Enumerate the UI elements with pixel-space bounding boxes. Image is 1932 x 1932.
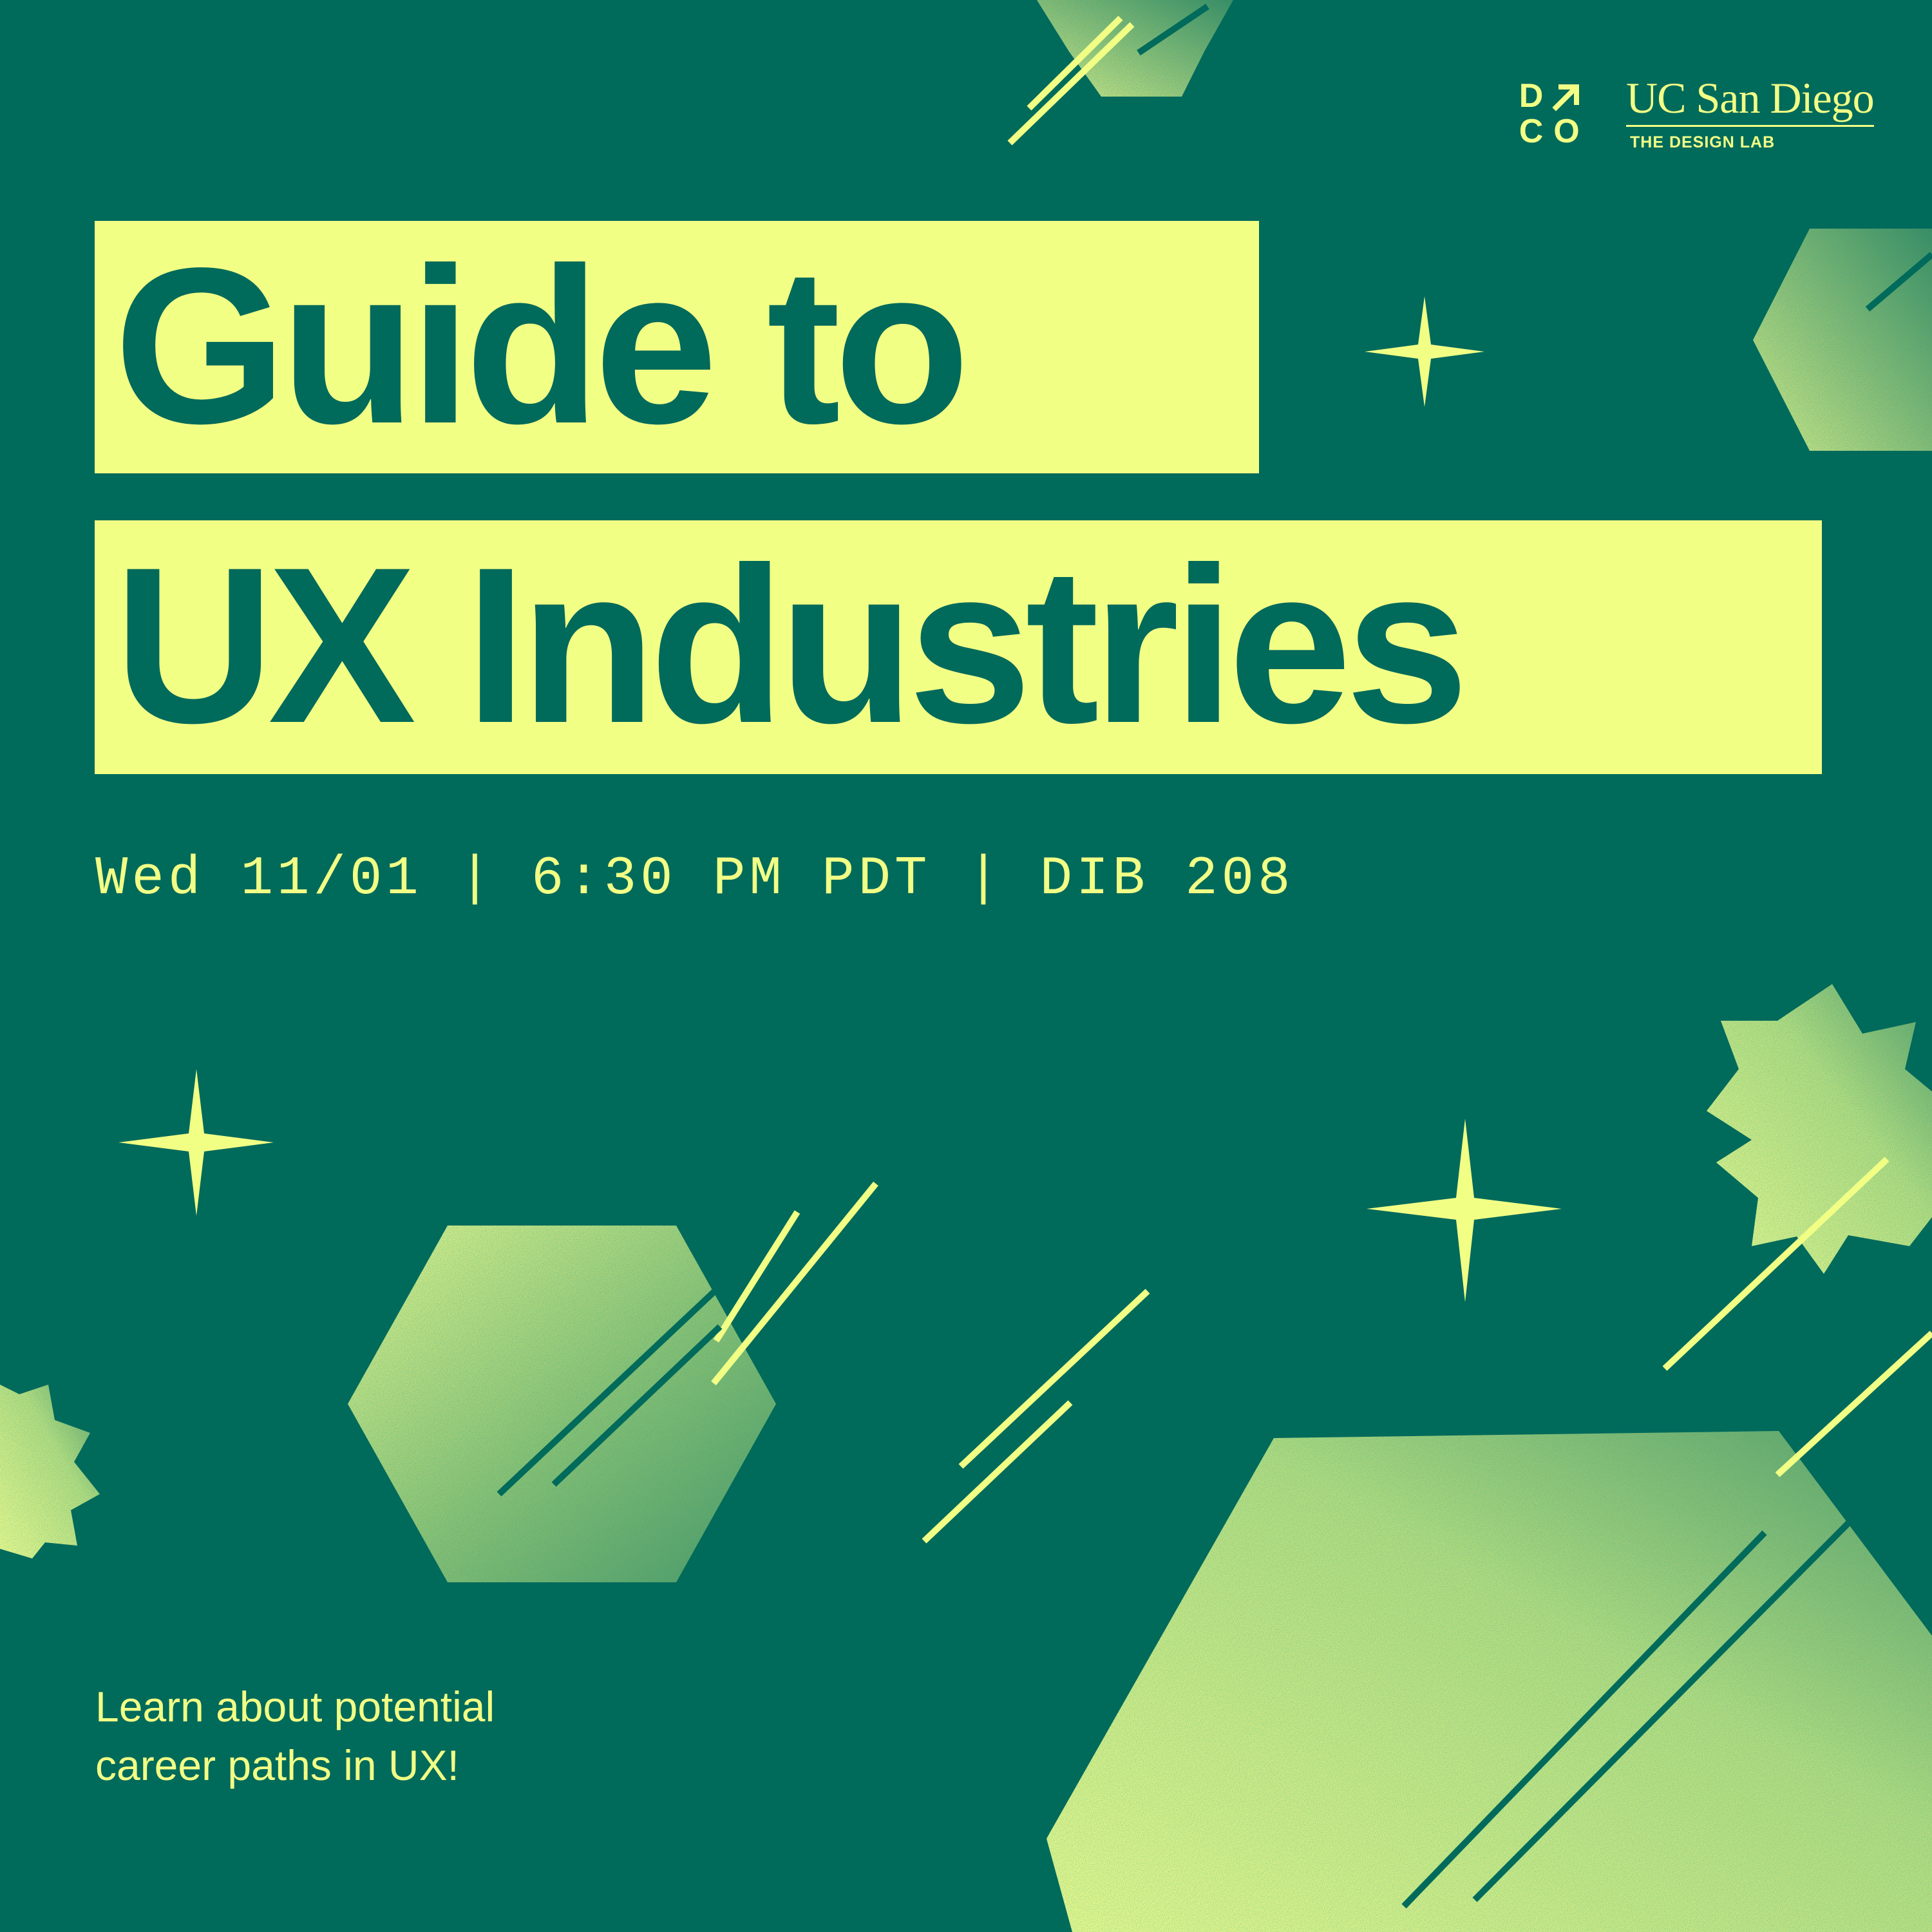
ucsd-subtitle: THE DESIGN LAB	[1630, 133, 1776, 151]
tagline-line-2: career paths in UX!	[95, 1741, 459, 1790]
title-line-1: Guide to	[95, 221, 1259, 473]
tagline: Learn about potential career paths in UX…	[95, 1678, 804, 1795]
starburst-shape-left	[0, 1385, 100, 1558]
ucsd-name: UC San Diego	[1626, 76, 1875, 127]
sparkle-icon	[118, 1069, 274, 1216]
arrow-up-right-icon	[1552, 84, 1579, 111]
hexagon-shape-right	[1753, 229, 1932, 451]
sparkle-icon	[1365, 296, 1484, 407]
dco-letter-c: C	[1519, 113, 1544, 150]
dco-letter-d: D	[1519, 77, 1544, 115]
starburst-shape-right	[1707, 984, 1932, 1274]
event-poster: Guide to UX Industries Wed 11/01 | 6:30 …	[0, 0, 1932, 1932]
title-line-2: UX Industries	[95, 520, 1822, 774]
hexagon-shape-large	[1046, 1431, 1932, 1932]
dco-letter-o: O	[1553, 113, 1580, 150]
event-details: Wed 11/01 | 6:30 PM PDT | DIB 208	[95, 849, 1294, 910]
dco-logo: D C O	[1513, 79, 1584, 149]
tagline-line-1: Learn about potential	[95, 1683, 495, 1730]
hexagon-shape-top	[1037, 0, 1233, 97]
sparkle-icon	[1367, 1119, 1562, 1302]
hexagon-shape-left	[348, 1226, 776, 1582]
ucsd-design-lab-logo: UC San Diego THE DESIGN LAB	[1626, 76, 1875, 152]
